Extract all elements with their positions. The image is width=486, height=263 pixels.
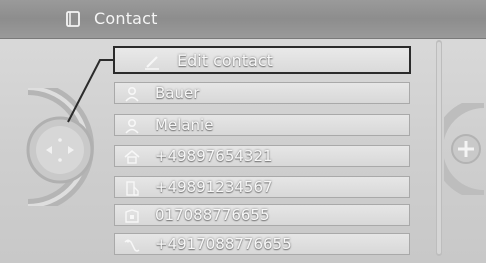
contact-screen: Contact Edit contact Bauer Melanie +4989… [0,0,486,263]
menu-item-bauer[interactable]: Bauer [114,82,410,104]
office-phone-icon [126,181,139,196]
home-phone-icon [124,149,140,164]
mobile-phone-icon [124,239,140,252]
menu-item-label: +49891234567 [155,178,273,196]
menu-item-label: +4917088776655 [155,235,292,253]
menu-item-melanie[interactable]: Melanie [114,114,410,136]
phone-icon [125,209,139,223]
menu-item-label: Bauer [155,84,200,102]
menu-item-label: Melanie [155,116,214,134]
menu-item-phone-4[interactable]: +4917088776655 [114,233,410,255]
person-icon [125,118,139,134]
menu-item-edit-contact[interactable]: Edit contact [113,46,411,74]
menu-item-phone-1[interactable]: +49897654321 [114,145,410,167]
person-icon [125,86,139,102]
menu-item-label: 017088776655 [155,206,270,224]
menu-item-phone-2[interactable]: +49891234567 [114,176,410,198]
menu-item-label: +49897654321 [155,147,273,165]
menu-item-label: Edit contact [177,51,273,70]
edit-pencil-icon [145,56,159,70]
menu-item-phone-3[interactable]: 017088776655 [114,204,410,226]
